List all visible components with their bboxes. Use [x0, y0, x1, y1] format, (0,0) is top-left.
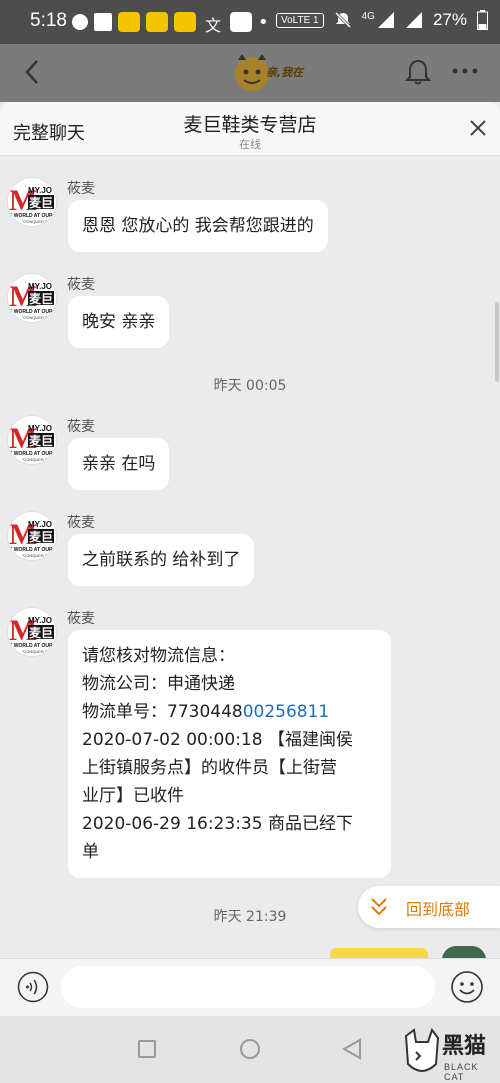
chat-header: 完整聊天 麦巨鞋类专营店 在线: [0, 102, 500, 156]
logo-subtext: "CONQUER THE WO": [22, 219, 56, 224]
avatar[interactable]: MMY.JO麦巨E WORLD AT OUR F"CONQUER THE WO": [8, 512, 56, 560]
sender-name: 莜麦: [67, 181, 95, 197]
message-line: 上街镇服务点】的收件员【上街营: [82, 758, 337, 778]
network-label: 4G: [361, 10, 375, 22]
message-line: 业厅】已收件: [82, 786, 184, 806]
shop-logo-icon: MMY.JO麦巨E WORLD AT OUR F"CONQUER THE WO": [8, 512, 56, 560]
weibo-icon: [118, 12, 140, 32]
watermark-subtext: BLACK CAT: [444, 1062, 479, 1082]
battery-icon: [477, 10, 488, 30]
watermark-text: 黑猫: [442, 1034, 487, 1059]
close-icon: [470, 120, 486, 136]
signal-icon: [377, 12, 394, 28]
shop-logo-icon: MMY.JO麦巨E WORLD AT OUR F"CONQUER THE WO": [8, 608, 56, 656]
watermark: 黑猫 BLACK CAT: [402, 1026, 500, 1083]
shop-name: 麦巨鞋类专营店: [183, 114, 317, 136]
online-status: 在线: [239, 138, 261, 151]
avatar[interactable]: MMY.JO麦巨E WORLD AT OUR F"CONQUER THE WO": [8, 608, 56, 656]
brand-logo: 亲,我在: [230, 50, 308, 94]
timestamp: 昨天 00:05: [213, 378, 287, 394]
logo-text-top: MY.JO: [28, 616, 52, 625]
avatar[interactable]: MMY.JO麦巨E WORLD AT OUR F"CONQUER THE WO": [8, 416, 56, 464]
clock: 5:18: [30, 10, 67, 31]
sender-name: 莜麦: [67, 515, 95, 531]
home-button[interactable]: [240, 1039, 260, 1059]
more-icon: [452, 68, 478, 74]
logo-text-top: MY.JO: [28, 282, 52, 291]
logistics-message-bubble[interactable]: 请您核对物流信息： 物流公司：申通快递 物流单号：773044800256811…: [68, 630, 391, 878]
logo-subtext: "CONQUER THE WO": [22, 315, 56, 320]
black-cat-logo-icon: [404, 1028, 440, 1072]
back-to-bottom-label: 回到底部: [406, 900, 471, 919]
mute-icon: [334, 11, 351, 29]
message-bubble[interactable]: 晚安 亲亲: [68, 296, 170, 348]
system-back-button[interactable]: [341, 1038, 362, 1064]
signal-icon: [405, 12, 422, 28]
volte-badge: VoLTE 1: [276, 12, 324, 28]
tracking-number-line: 物流单号：773044800256811: [82, 698, 377, 726]
avatar[interactable]: MMY.JO麦巨E WORLD AT OUR F"CONQUER THE WO": [8, 274, 56, 322]
triangle-back-icon: [341, 1038, 361, 1060]
message-icon: [72, 14, 88, 30]
message-line: 请您核对物流信息：: [82, 646, 235, 666]
notification-icons: 文 •: [72, 11, 269, 35]
logo-text-top: MY.JO: [28, 186, 52, 195]
dot-icon: •: [258, 11, 269, 33]
emoji-button[interactable]: [450, 970, 484, 1008]
app-icon: [230, 12, 252, 32]
notification-button[interactable]: [404, 58, 432, 90]
shop-logo-icon: MMY.JO麦巨E WORLD AT OUR F"CONQUER THE WO": [8, 274, 56, 322]
logo-text-main: 麦巨: [29, 291, 53, 306]
message-line: 单: [82, 842, 99, 862]
translate-icon: 文: [204, 16, 221, 35]
chat-sheet: 完整聊天 麦巨鞋类专营店 在线 M MY.JO 麦巨 E WORLD AT OUR F…: [0, 102, 500, 1016]
sender-name: 莜麦: [67, 611, 95, 627]
message-line: 2020-07-02 00:00:18 【福建闽侯: [82, 730, 353, 750]
status-right: VoLTE 1 4G 27%: [276, 10, 488, 30]
recent-apps-button[interactable]: [138, 1040, 156, 1058]
emoji-icon: [451, 971, 483, 1003]
message-input[interactable]: [61, 966, 435, 1008]
tracking-number-link[interactable]: 00256811: [243, 702, 330, 722]
logo-text-top: MY.JO: [28, 520, 52, 529]
message-bubble[interactable]: 之前联系的 给补到了: [68, 534, 255, 586]
shop-logo-icon: MMY.JO麦巨E WORLD AT OUR F"CONQUER THE WO": [8, 416, 56, 464]
input-bar: [0, 958, 500, 1016]
avatar[interactable]: MMY.JO麦巨E WORLD AT OUR F"CONQUER THE WO": [8, 178, 56, 226]
shop-logo-icon: MMY.JO麦巨E WORLD AT OUR F"CONQUER THE WO": [8, 178, 56, 226]
message-bubble[interactable]: 亲亲 在吗: [68, 438, 170, 490]
app-icon: [94, 13, 112, 31]
logo-subtext: "CONQUER THE WO": [22, 457, 56, 462]
back-button[interactable]: [22, 58, 42, 93]
message-line: 2020-06-29 16:23:35 商品已经下: [82, 814, 353, 834]
double-chevron-down-icon: [371, 898, 387, 916]
scrollbar[interactable]: [495, 302, 499, 382]
back-to-bottom-button[interactable]: 回到底部: [358, 886, 500, 928]
voice-icon: [17, 971, 49, 1003]
logo-text-main: 麦巨: [29, 529, 53, 544]
logo-text-main: 麦巨: [29, 625, 53, 640]
more-button[interactable]: [452, 56, 478, 81]
voice-button[interactable]: [17, 971, 49, 1007]
chevron-left-icon: [25, 60, 38, 84]
bell-icon: [404, 59, 432, 85]
logo-text-top: MY.JO: [28, 424, 52, 433]
app-header: 亲,我在: [0, 44, 500, 102]
close-button[interactable]: [468, 118, 488, 142]
logo-subtext: "CONQUER THE WO": [22, 553, 56, 558]
sender-name: 莜麦: [67, 277, 95, 293]
logo-text: 亲,我在: [266, 66, 304, 79]
logo-text-main: 麦巨: [29, 195, 53, 210]
message-bubble[interactable]: 恩恩 您放心的 我会帮您跟进的: [68, 200, 328, 252]
status-bar: 5:18 文 • VoLTE 1 4G 27%: [0, 0, 500, 44]
battery-percent: 27%: [432, 10, 467, 29]
app-icon: [146, 12, 168, 32]
tracking-number-prefix: 物流单号：7730448: [82, 702, 243, 722]
logo-subtext: "CONQUER THE WO": [22, 649, 56, 654]
message-line: 物流公司：申通快递: [82, 674, 235, 694]
sender-name: 莜麦: [67, 419, 95, 435]
weibo-icon: [174, 12, 196, 32]
logo-text-main: 麦巨: [29, 433, 53, 448]
